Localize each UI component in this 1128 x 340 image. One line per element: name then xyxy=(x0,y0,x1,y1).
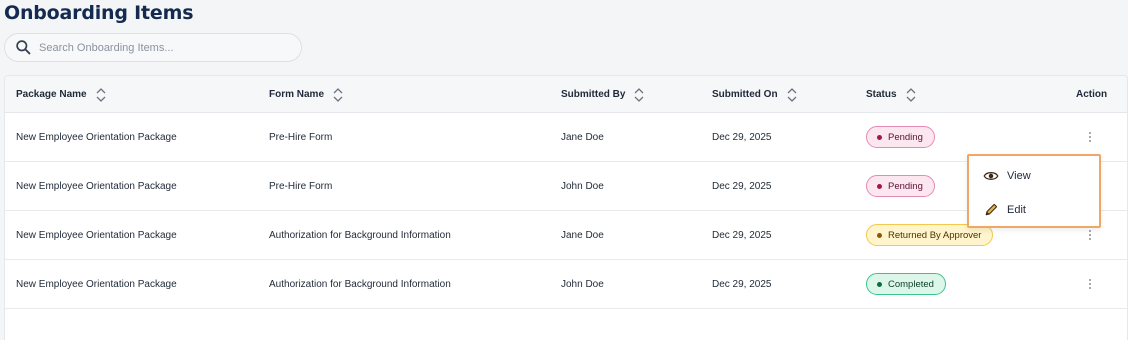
action-menu: View Edit xyxy=(967,154,1101,228)
status-badge: Pending xyxy=(866,126,935,148)
cell-submitted-by: John Doe xyxy=(561,278,604,290)
cell-submitted-on: Dec 29, 2025 xyxy=(712,131,772,143)
menu-item-view[interactable]: View xyxy=(969,161,1099,191)
col-header-status[interactable]: Status xyxy=(866,76,916,113)
status-label: Completed xyxy=(888,278,934,290)
col-header-label: Action xyxy=(1076,89,1108,100)
search-icon xyxy=(16,40,31,55)
sort-icon[interactable] xyxy=(634,87,644,103)
col-header-label: Submitted By xyxy=(561,89,626,100)
col-header-label: Form Name xyxy=(269,89,325,100)
cell-submitted-by: John Doe xyxy=(561,180,604,192)
cell-action xyxy=(1083,260,1097,308)
menu-item-label: Edit xyxy=(1007,204,1026,216)
col-header-label: Submitted On xyxy=(712,89,778,100)
pencil-icon xyxy=(985,203,998,216)
col-header-label: Status xyxy=(866,89,897,100)
search-box[interactable] xyxy=(4,33,302,62)
menu-item-label: View xyxy=(1007,170,1031,182)
cell-submitted-on: Dec 29, 2025 xyxy=(712,278,772,290)
table-row: New Employee Orientation Package Authori… xyxy=(5,260,1127,309)
cell-status: Completed xyxy=(866,260,946,308)
status-badge: Pending xyxy=(866,175,935,197)
eye-icon xyxy=(983,172,999,180)
cell-form-name: Pre-Hire Form xyxy=(269,180,333,192)
col-header-form-name[interactable]: Form Name xyxy=(269,76,343,113)
more-options-icon[interactable] xyxy=(1083,130,1097,144)
table-row: New Employee Orientation Package Pre-Hir… xyxy=(5,162,1127,211)
cell-submitted-on: Dec 29, 2025 xyxy=(712,229,772,241)
more-options-icon[interactable] xyxy=(1083,277,1097,291)
page-title: Onboarding Items xyxy=(4,2,194,24)
cell-submitted-on: Dec 29, 2025 xyxy=(712,180,772,192)
sort-icon[interactable] xyxy=(333,87,343,103)
onboarding-table: Package Name Form Name Submitted By Subm… xyxy=(4,75,1128,340)
cell-package-name: New Employee Orientation Package xyxy=(16,180,177,192)
search-input[interactable] xyxy=(39,41,279,54)
status-label: Pending xyxy=(888,131,923,143)
cell-form-name: Authorization for Background Information xyxy=(269,229,451,241)
col-header-label: Package Name xyxy=(16,89,87,100)
status-dot xyxy=(877,232,882,238)
sort-icon[interactable] xyxy=(96,87,106,103)
col-header-action: Action xyxy=(1076,76,1107,113)
col-header-submitted-on[interactable]: Submitted On xyxy=(712,76,797,113)
cell-submitted-by: Jane Doe xyxy=(561,229,604,241)
cell-status: Pending xyxy=(866,113,935,161)
col-header-package-name[interactable]: Package Name xyxy=(16,76,106,113)
col-header-submitted-by[interactable]: Submitted By xyxy=(561,76,644,113)
cell-status: Pending xyxy=(866,162,935,210)
cell-package-name: New Employee Orientation Package xyxy=(16,229,177,241)
status-label: Returned By Approver xyxy=(888,229,982,241)
table-row: New Employee Orientation Package Authori… xyxy=(5,211,1127,260)
status-label: Pending xyxy=(888,180,923,192)
status-dot xyxy=(877,281,882,287)
sort-icon[interactable] xyxy=(906,87,916,103)
more-options-icon[interactable] xyxy=(1083,228,1097,242)
status-dot xyxy=(877,134,882,140)
sort-icon[interactable] xyxy=(787,87,797,103)
menu-item-edit[interactable]: Edit xyxy=(969,195,1099,225)
cell-form-name: Authorization for Background Information xyxy=(269,278,451,290)
status-dot xyxy=(877,183,882,189)
status-badge: Completed xyxy=(866,273,946,295)
cell-package-name: New Employee Orientation Package xyxy=(16,131,177,143)
table-header: Package Name Form Name Submitted By Subm… xyxy=(5,76,1127,113)
cell-form-name: Pre-Hire Form xyxy=(269,131,333,143)
table-row: New Employee Orientation Package Pre-Hir… xyxy=(5,113,1127,162)
cell-submitted-by: Jane Doe xyxy=(561,131,604,143)
cell-package-name: New Employee Orientation Package xyxy=(16,278,177,290)
